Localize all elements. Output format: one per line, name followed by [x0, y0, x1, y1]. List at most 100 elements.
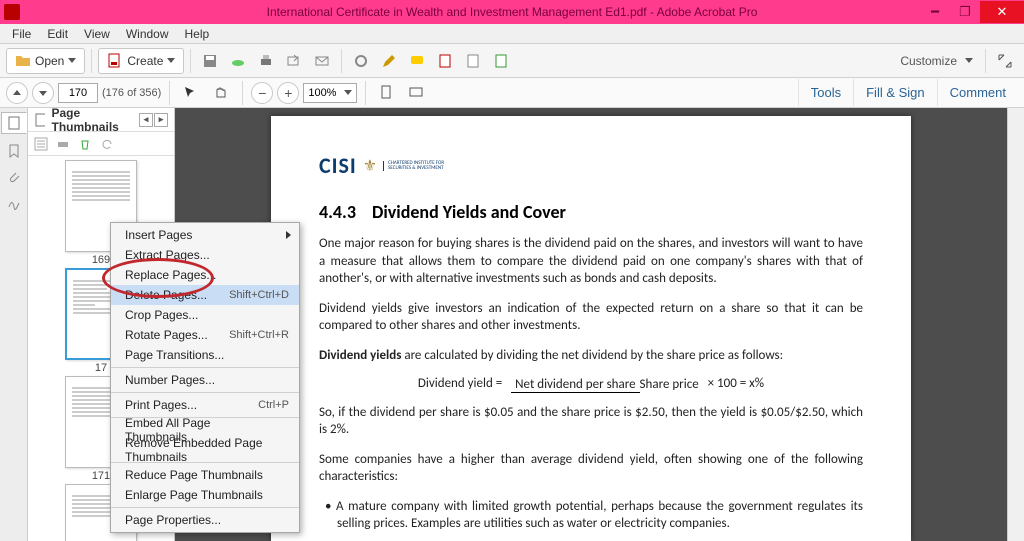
cloud-icon [230, 53, 246, 69]
page-number-input[interactable]: 170 [58, 83, 98, 103]
section-title: Dividend Yields and Cover [372, 201, 566, 223]
ctx-label: Rotate Pages... [125, 328, 208, 342]
signatures-tab[interactable] [5, 194, 23, 212]
open-button[interactable]: Open [6, 48, 85, 74]
multimedia-button[interactable] [460, 48, 486, 74]
vertical-scrollbar[interactable] [1007, 108, 1024, 541]
menu-file[interactable]: File [4, 27, 39, 41]
pencil-icon [381, 53, 397, 69]
zoom-in-button[interactable]: + [277, 82, 299, 104]
customize-button[interactable]: Customize [894, 54, 979, 68]
save-button[interactable] [197, 48, 223, 74]
fill-sign-panel-button[interactable]: Fill & Sign [853, 79, 937, 106]
bullet-item: A mature company with limited growth pot… [319, 498, 863, 533]
hand-icon [213, 85, 229, 101]
select-tool[interactable] [178, 80, 204, 106]
print-icon [258, 53, 274, 69]
edit-text-button[interactable] [348, 48, 374, 74]
form-button[interactable] [432, 48, 458, 74]
paperclip-icon [7, 170, 21, 184]
ctx-print-pages[interactable]: Print Pages... Ctrl+P [111, 395, 299, 415]
email-icon [314, 53, 330, 69]
expand-button[interactable] [992, 48, 1018, 74]
print-thumb-button[interactable] [56, 137, 70, 151]
pdf-page: CISI ⚜ CHARTERED INSTITUTE FOR SECURITIE… [271, 116, 911, 541]
logo-subtext: CHARTERED INSTITUTE FOR SECURITIES & INV… [383, 161, 444, 171]
action-button[interactable] [488, 48, 514, 74]
thumbnails-tab[interactable] [1, 112, 27, 134]
create-button[interactable]: Create [98, 48, 184, 74]
ctx-enlarge-thumbnails[interactable]: Enlarge Page Thumbnails [111, 485, 299, 505]
ctx-remove-thumbnails[interactable]: Remove Embedded Page Thumbnails [111, 440, 299, 460]
window-title: International Certificate in Wealth and … [267, 5, 758, 19]
ctx-shortcut: Ctrl+P [258, 399, 289, 411]
menubar: File Edit View Window Help [0, 24, 1024, 44]
ctx-crop-pages[interactable]: Crop Pages... [111, 305, 299, 325]
menu-window[interactable]: Window [118, 27, 177, 41]
ctx-page-transitions[interactable]: Page Transitions... [111, 345, 299, 365]
cloud-button[interactable] [225, 48, 251, 74]
arrow-up-icon [12, 88, 22, 98]
share-icon [286, 53, 302, 69]
ctx-extract-pages[interactable]: Extract Pages... [111, 245, 299, 265]
share-button[interactable] [281, 48, 307, 74]
zoom-select[interactable]: 100% [303, 83, 357, 103]
delete-thumb-button[interactable] [78, 137, 92, 151]
paragraph: Some companies have a higher than averag… [319, 451, 863, 486]
menu-help[interactable]: Help [177, 27, 218, 41]
toolbar-main: Open Create Customize [0, 44, 1024, 78]
attachments-tab[interactable] [5, 168, 23, 186]
ctx-insert-pages[interactable]: Insert Pages [111, 225, 299, 245]
sign-button[interactable] [376, 48, 402, 74]
save-icon [202, 53, 218, 69]
ctx-rotate-pages[interactable]: Rotate Pages...Shift+Ctrl+R [111, 325, 299, 345]
logo-text: CISI [319, 152, 357, 179]
comment-button[interactable] [404, 48, 430, 74]
fit-page-button[interactable] [374, 80, 400, 106]
email-button[interactable] [309, 48, 335, 74]
hand-tool[interactable] [208, 80, 234, 106]
close-button[interactable]: ✕ [980, 1, 1024, 23]
ctx-replace-pages[interactable]: Replace Pages... [111, 265, 299, 285]
paragraph: So, if the dividend per share is $0.05 a… [319, 404, 863, 439]
section-number: 4.4.3 [319, 201, 356, 223]
ctx-reduce-thumbnails[interactable]: Reduce Page Thumbnails [111, 465, 299, 485]
menu-view[interactable]: View [76, 27, 118, 41]
minimize-button[interactable]: ━ [920, 1, 950, 23]
fit-width-button[interactable] [404, 80, 430, 106]
collapse-left-button[interactable]: ◂ [139, 113, 153, 127]
ctx-label: Replace Pages... [125, 268, 216, 282]
next-page-button[interactable] [32, 82, 54, 104]
zoom-value: 100% [308, 87, 336, 99]
form-icon [437, 53, 453, 69]
options-button[interactable] [34, 137, 48, 151]
open-dropdown-icon [68, 58, 76, 63]
collapse-right-button[interactable]: ▸ [154, 113, 168, 127]
paragraph: Dividend yields give investors an indica… [319, 300, 863, 335]
context-menu: Insert Pages Extract Pages... Replace Pa… [110, 222, 300, 533]
gear-icon [353, 53, 369, 69]
ctx-page-properties[interactable]: Page Properties... [111, 510, 299, 530]
ctx-label: Delete Pages... [125, 288, 207, 302]
ctx-number-pages[interactable]: Number Pages... [111, 370, 299, 390]
rotate-thumb-button[interactable] [100, 137, 114, 151]
ctx-label: Reduce Page Thumbnails [125, 468, 263, 482]
options-icon [34, 137, 48, 151]
zoom-out-button[interactable]: − [251, 82, 273, 104]
restore-button[interactable]: ❐ [950, 1, 980, 23]
page-count: (176 of 356) [102, 87, 161, 99]
prev-page-button[interactable] [6, 82, 28, 104]
formula: Dividend yield = Net dividend per shareS… [319, 376, 863, 391]
ctx-label: Print Pages... [125, 398, 197, 412]
comment-panel-button[interactable]: Comment [937, 79, 1018, 106]
bookmarks-tab[interactable] [5, 142, 23, 160]
nav-strip [0, 108, 28, 541]
menu-edit[interactable]: Edit [39, 27, 76, 41]
formula-denominator: Share price [640, 377, 699, 392]
zoom-dropdown-icon [344, 90, 352, 95]
print-button[interactable] [253, 48, 279, 74]
ctx-delete-pages[interactable]: Delete Pages...Shift+Ctrl+D [111, 285, 299, 305]
crest-icon: ⚜ [363, 156, 377, 176]
create-pdf-icon [107, 53, 123, 69]
tools-panel-button[interactable]: Tools [798, 79, 853, 106]
